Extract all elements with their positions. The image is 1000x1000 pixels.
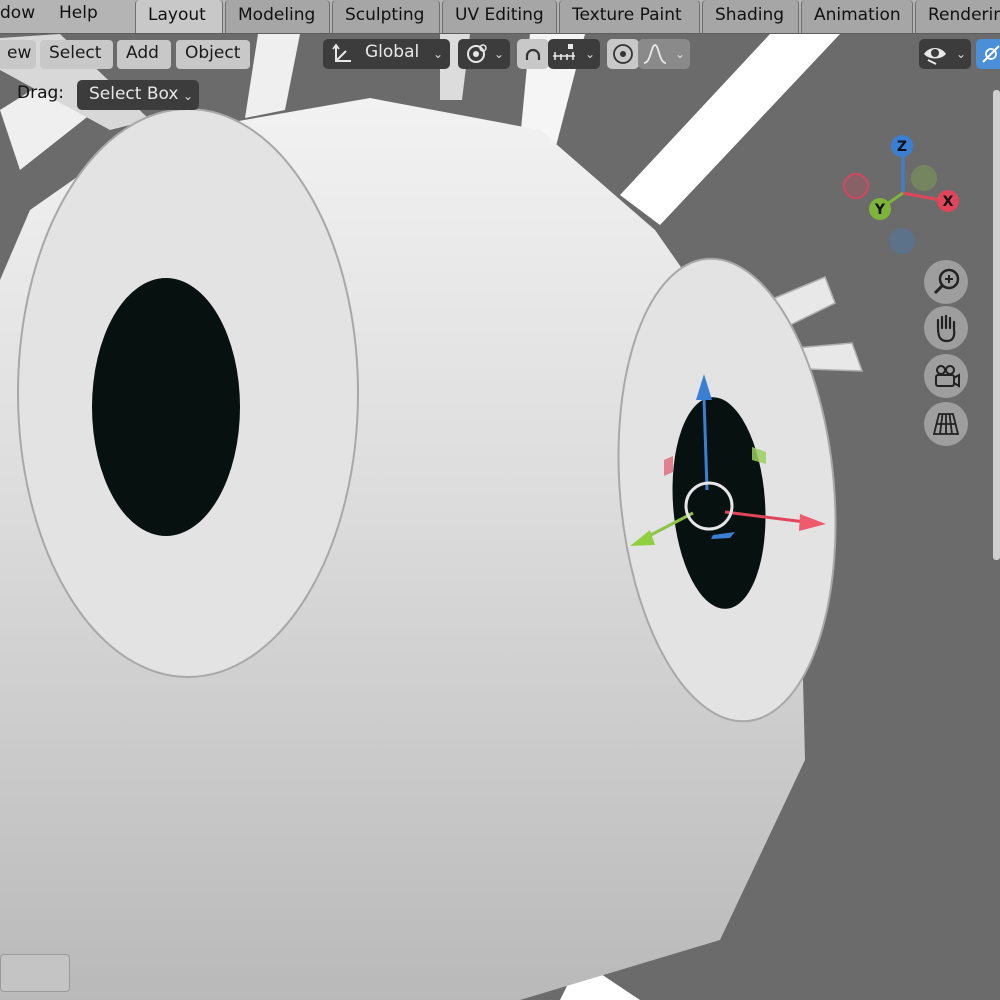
- menu-window[interactable]: dow: [0, 3, 35, 23]
- falloff-dropdown[interactable]: ⌄: [638, 39, 690, 69]
- pan-button[interactable]: [924, 306, 968, 350]
- left-eye-pupil: [92, 278, 240, 536]
- chevron-down-icon: ⌄: [433, 47, 444, 61]
- camera-view-button[interactable]: [924, 354, 968, 398]
- gizmo-x-label: X: [943, 194, 954, 210]
- snap-increment-icon: [553, 44, 575, 60]
- chevron-down-icon: ⌄: [956, 47, 967, 61]
- orientation-dropdown[interactable]: Global ⌄: [323, 39, 450, 69]
- viewport-scrollbar[interactable]: [993, 90, 1000, 560]
- add-menu[interactable]: Add: [117, 40, 171, 69]
- proportional-edit-toggle[interactable]: [607, 39, 639, 69]
- gizmo-y-label: Y: [874, 202, 886, 218]
- scene-render: Z X Y: [0, 34, 959, 1000]
- tab-layout[interactable]: Layout: [135, 0, 223, 33]
- tab-modeling[interactable]: Modeling: [225, 0, 330, 33]
- hand-pan-icon: [936, 314, 956, 343]
- ortho-grid-icon: [932, 413, 960, 435]
- eye-icon: [924, 48, 946, 65]
- gizmo-icon: [982, 45, 1000, 63]
- chevron-down-icon: ⌄: [183, 89, 194, 103]
- orientation-icon: [332, 43, 351, 62]
- drag-select-box-dropdown[interactable]: Select Box ⌄: [77, 80, 199, 110]
- top-menubar: dow Help Layout Modeling Sculpting UV Ed…: [0, 0, 1000, 34]
- chevron-down-icon: ⌄: [675, 47, 686, 61]
- camera-view-icon: [935, 365, 960, 388]
- tab-animation[interactable]: Animation: [801, 0, 913, 33]
- tab-uv-editing[interactable]: UV Editing: [442, 0, 557, 33]
- menu-help[interactable]: Help: [59, 3, 98, 23]
- snap-toggle[interactable]: [517, 39, 549, 69]
- chevron-down-icon: ⌄: [494, 47, 505, 61]
- object-menu[interactable]: Object: [176, 40, 250, 69]
- tab-texture-paint[interactable]: Texture Paint: [559, 0, 700, 33]
- zoom-icon: [933, 268, 960, 295]
- chevron-down-icon: ⌄: [585, 47, 596, 61]
- pivot-dropdown[interactable]: ⌄: [458, 39, 510, 69]
- 3d-viewport[interactable]: Z X Y ew Select Add Object Global ⌄ ⌄ ⌄ …: [0, 34, 1000, 1000]
- ortho-toggle-button[interactable]: [924, 402, 968, 446]
- falloff-curve-icon: [643, 44, 667, 64]
- orientation-value: Global: [365, 42, 420, 62]
- pivot-icon: [467, 44, 487, 63]
- gizmo-toggle[interactable]: [976, 39, 1000, 69]
- select-menu[interactable]: Select: [40, 40, 113, 69]
- gizmo-z-label: Z: [897, 139, 907, 155]
- snap-target-dropdown[interactable]: ⌄: [548, 39, 600, 69]
- navigation-gizmo: Z X Y: [843, 135, 959, 254]
- drag-label: Drag:: [17, 83, 65, 103]
- last-operator-panel[interactable]: [0, 954, 70, 992]
- drag-select-value: Select Box: [89, 84, 179, 104]
- magnet-icon: [525, 48, 541, 60]
- zoom-button[interactable]: [924, 260, 968, 304]
- view-menu[interactable]: ew: [0, 40, 36, 69]
- tab-shading[interactable]: Shading: [702, 0, 799, 33]
- proportional-edit-icon: [613, 44, 633, 64]
- tab-rendering[interactable]: Renderin: [915, 0, 1000, 33]
- background-spike: [245, 34, 300, 118]
- tab-sculpting[interactable]: Sculpting: [332, 0, 440, 33]
- visibility-dropdown[interactable]: ⌄: [919, 39, 971, 69]
